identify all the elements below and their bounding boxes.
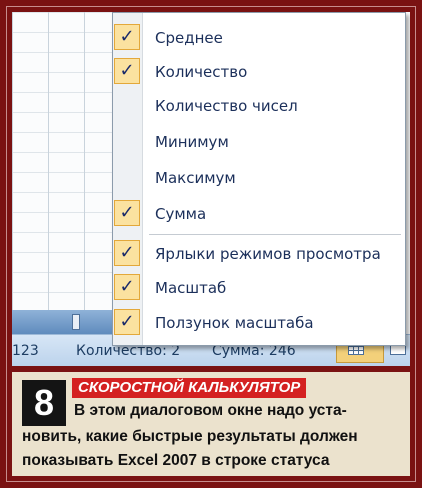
caption-text-line: В этом диалоговом окне надо уста- (74, 402, 347, 419)
menu-item-count[interactable]: ✓ Количество (113, 55, 405, 89)
checkmark-icon: ✓ (114, 240, 140, 266)
menu-item-label: Среднее (155, 29, 223, 47)
caption-title: СКОРОСТНОЙ КАЛЬКУЛЯТОР (72, 378, 307, 398)
status-number: 123 (12, 343, 39, 359)
figure-number: 8 (22, 380, 66, 426)
status-bar-context-menu: ✓ Среднее ✓ Количество Количество чисел … (112, 12, 406, 346)
menu-item-minimum[interactable]: Минимум (113, 125, 405, 159)
menu-item-label: Максимум (155, 169, 236, 187)
menu-item-average[interactable]: ✓ Среднее (113, 21, 405, 55)
excel-screenshot: 123 Количество: 2 Сумма: 246 ✓ Среднее ✓… (12, 12, 410, 366)
worksheet-grid[interactable] (12, 12, 112, 334)
menu-item-label: Количество чисел (155, 97, 298, 115)
checkmark-icon: ✓ (114, 309, 140, 335)
menu-separator (149, 234, 401, 235)
menu-item-label: Ползунок масштаба (155, 314, 314, 332)
menu-item-numerical-count[interactable]: Количество чисел (113, 89, 405, 123)
menu-item-view-shortcuts[interactable]: ✓ Ярлыки режимов просмотра (113, 237, 405, 271)
menu-item-label: Ярлыки режимов просмотра (155, 245, 381, 263)
menu-item-label: Сумма (155, 205, 207, 223)
menu-item-label: Минимум (155, 133, 229, 151)
checkmark-icon: ✓ (114, 24, 140, 50)
checkmark-icon: ✓ (114, 200, 140, 226)
menu-item-sum[interactable]: ✓ Сумма (113, 197, 405, 231)
checkmark-icon: ✓ (114, 58, 140, 84)
caption-text-line: новить, какие быстрые результаты должен (22, 428, 358, 445)
menu-item-zoom[interactable]: ✓ Масштаб (113, 271, 405, 305)
sheet-tab-strip (12, 310, 112, 334)
menu-item-maximum[interactable]: Максимум (113, 161, 405, 195)
menu-item-zoom-slider[interactable]: ✓ Ползунок масштаба (113, 306, 405, 340)
sheet-tab-scroll-handle[interactable] (72, 314, 80, 330)
caption-text-line: показывать Excel 2007 в строке статуса (22, 452, 330, 469)
menu-item-label: Масштаб (155, 279, 227, 297)
figure-caption: 8 СКОРОСТНОЙ КАЛЬКУЛЯТОР В этом диалогов… (12, 372, 410, 476)
menu-item-label: Количество (155, 63, 248, 81)
checkmark-icon: ✓ (114, 274, 140, 300)
